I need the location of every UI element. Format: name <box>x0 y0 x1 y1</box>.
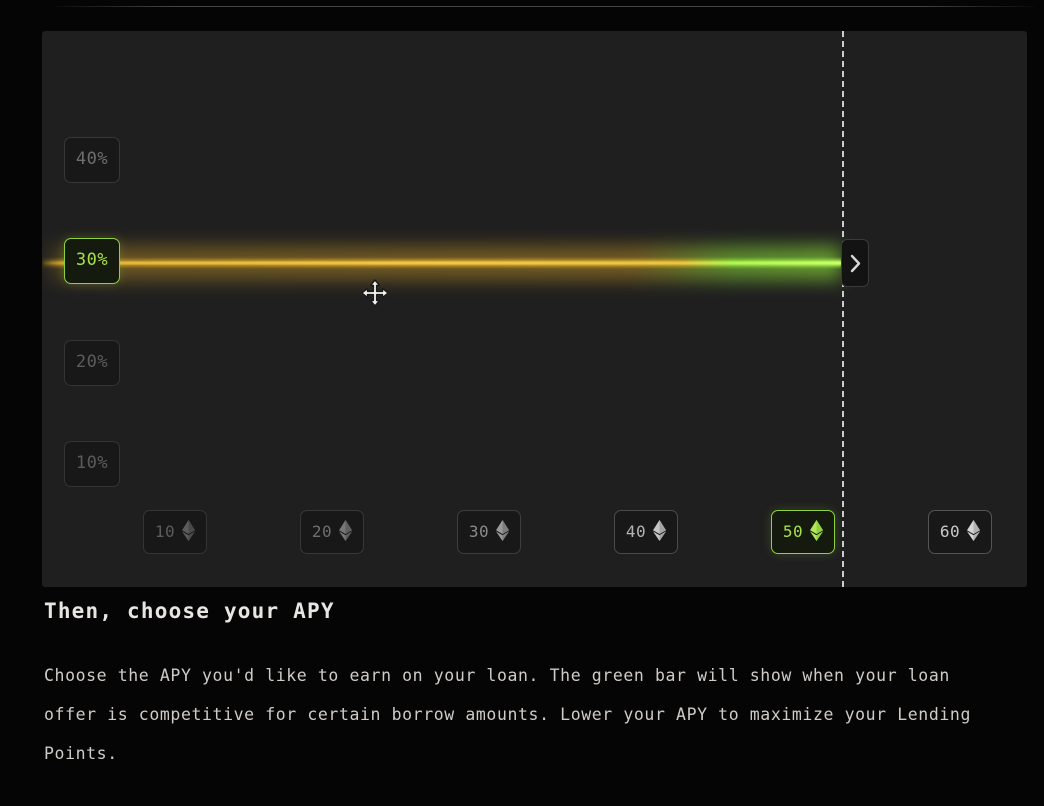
x-axis-tick-10-label: 10 <box>154 521 176 541</box>
x-axis-tick-40-label: 40 <box>625 521 647 541</box>
ethereum-icon <box>810 519 824 544</box>
x-axis-tick-40[interactable]: 40 <box>614 510 678 554</box>
y-axis-tick-30-label: 30% <box>75 250 109 270</box>
plot-area[interactable]: 40% 30% 20% 10% 10 20 30 40 50 60 <box>42 31 1027 587</box>
x-axis-tick-50[interactable]: 50 <box>771 510 835 554</box>
x-axis-tick-50-label: 50 <box>782 521 804 541</box>
ethereum-icon <box>496 519 510 544</box>
y-axis-tick-20[interactable]: 20% <box>64 340 120 386</box>
instructions-block: Then, choose your APY Choose the APY you… <box>44 598 1004 774</box>
instructions-body: Choose the APY you'd like to earn on you… <box>44 666 971 764</box>
x-axis-tick-60[interactable]: 60 <box>928 510 992 554</box>
y-axis-tick-30[interactable]: 30% <box>64 238 120 284</box>
borrow-amount-marker-line <box>842 31 844 587</box>
ethereum-icon <box>653 519 667 544</box>
ethereum-icon <box>967 519 981 544</box>
y-axis-tick-10[interactable]: 10% <box>64 441 120 487</box>
x-axis-tick-20-label: 20 <box>311 521 333 541</box>
y-axis-tick-10-label: 10% <box>75 453 109 473</box>
ethereum-icon <box>339 519 353 544</box>
x-axis-tick-10[interactable]: 10 <box>143 510 207 554</box>
page-title: Then, choose your APY <box>44 599 335 623</box>
y-axis-tick-20-label: 20% <box>75 352 109 372</box>
apy-bar-highlight <box>42 261 842 265</box>
ethereum-icon <box>182 519 196 544</box>
x-axis-tick-20[interactable]: 20 <box>300 510 364 554</box>
apy-bar[interactable] <box>42 240 842 286</box>
apy-chart-panel: 40% 30% 20% 10% 10 20 30 40 50 60 <box>42 31 1027 587</box>
x-axis-tick-30-label: 30 <box>468 521 490 541</box>
apy-bar-end-handle[interactable] <box>841 239 869 287</box>
top-divider <box>56 6 1034 7</box>
y-axis-tick-40-label: 40% <box>75 149 109 169</box>
y-axis-tick-40[interactable]: 40% <box>64 137 120 183</box>
x-axis-tick-60-label: 60 <box>939 521 961 541</box>
x-axis-tick-30[interactable]: 30 <box>457 510 521 554</box>
chevron-right-icon <box>849 254 862 273</box>
